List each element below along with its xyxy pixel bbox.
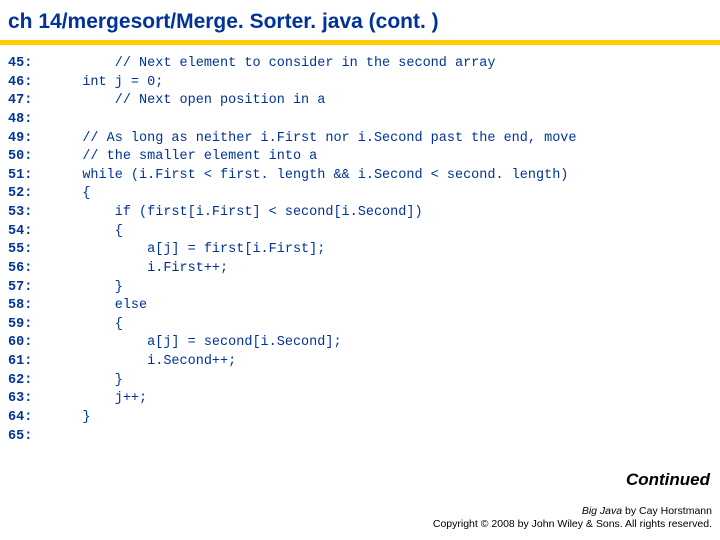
code-block: 45: 46: 47: 48: 49: 50: 51: 52: 53: 54: …: [0, 55, 720, 446]
book-title: Big Java: [582, 505, 622, 517]
continued-label: Continued: [626, 470, 710, 490]
slide-title: ch 14/mergesort/Merge. Sorter. java (con…: [0, 0, 720, 40]
title-underline: [0, 40, 720, 45]
footer-line1: Big Java by Cay Horstmann: [433, 505, 712, 519]
footer: Big Java by Cay Horstmann Copyright © 20…: [433, 505, 712, 532]
line-numbers: 45: 46: 47: 48: 49: 50: 51: 52: 53: 54: …: [8, 55, 82, 446]
code-text: // Next element to consider in the secon…: [82, 55, 576, 446]
footer-author: by Cay Horstmann: [622, 505, 712, 517]
footer-copyright: Copyright © 2008 by John Wiley & Sons. A…: [433, 518, 712, 532]
